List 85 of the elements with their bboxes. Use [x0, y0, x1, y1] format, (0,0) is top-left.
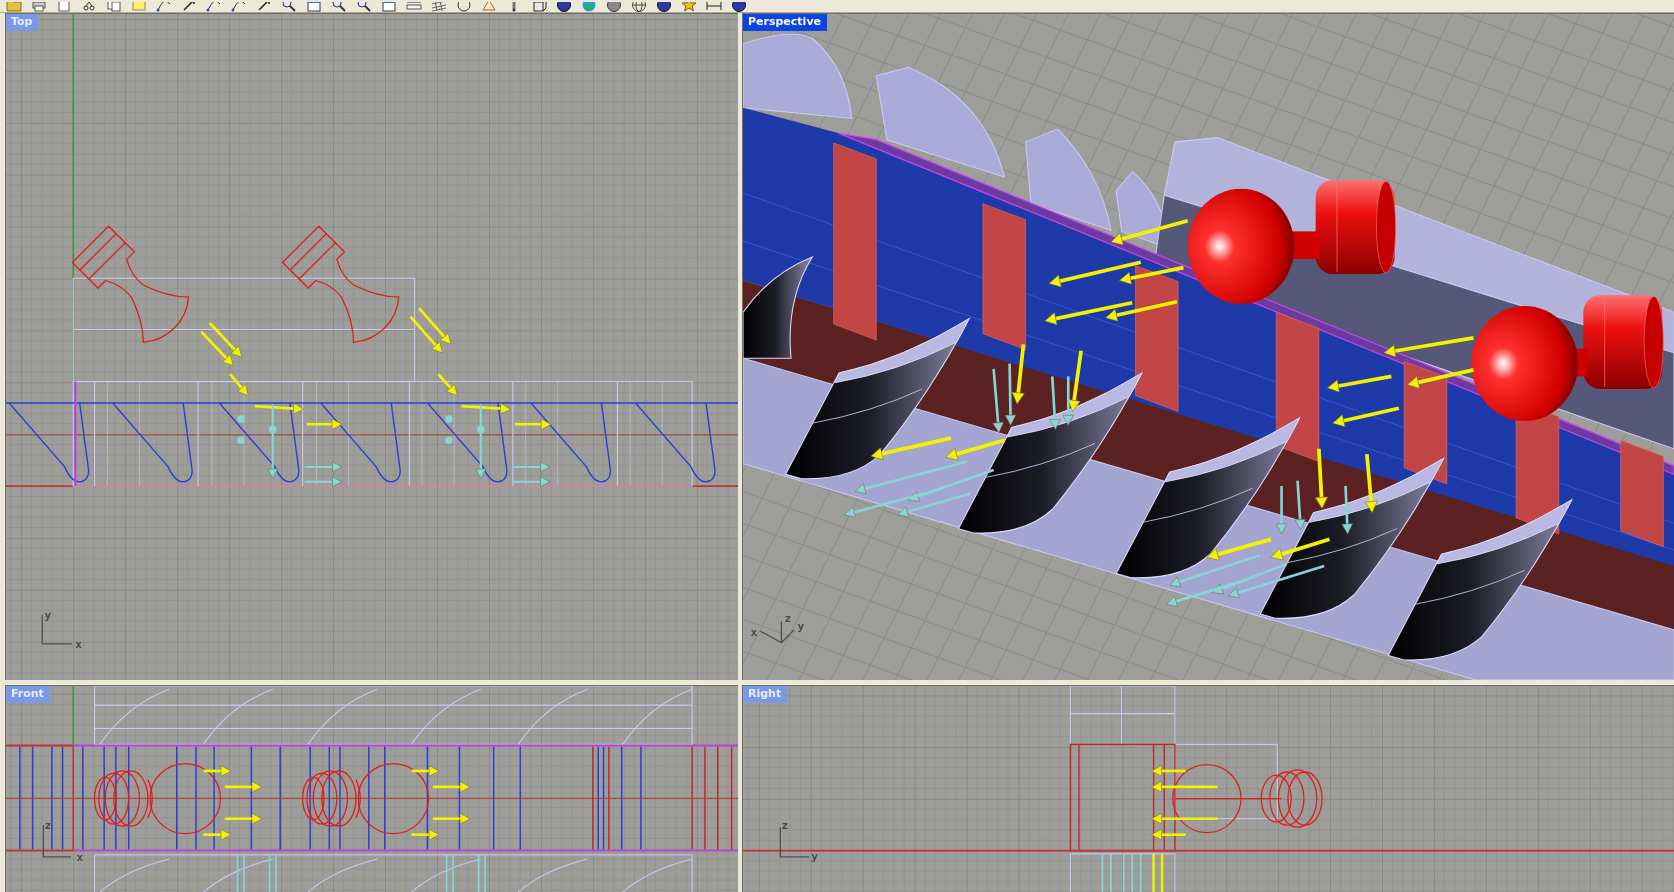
arrow — [437, 373, 458, 396]
arrow — [208, 322, 243, 358]
search-icon[interactable] — [356, 2, 372, 12]
axis-indicator — [41, 614, 73, 645]
marker-icon — [237, 436, 245, 444]
axis-label: y — [44, 609, 52, 623]
arrow — [1332, 406, 1400, 427]
arrow — [515, 418, 552, 430]
arrow — [1151, 813, 1218, 825]
ruler-icon[interactable] — [406, 2, 422, 12]
arrow — [411, 829, 440, 841]
marker-icon — [269, 425, 277, 434]
search-icon[interactable] — [281, 2, 297, 12]
arrow — [1294, 480, 1306, 530]
viewport[interactable]: Top y x — [5, 13, 738, 680]
axis-indicator — [759, 620, 795, 644]
copy-icon[interactable] — [106, 2, 122, 12]
marker-icon — [445, 415, 453, 423]
grid-icon[interactable] — [431, 2, 447, 12]
dimension-icon[interactable] — [706, 2, 722, 12]
arrow — [512, 461, 551, 473]
axis-label: z — [784, 612, 792, 626]
marker-icon — [237, 415, 245, 423]
viewport[interactable]: Perspective x z y — [742, 13, 1674, 680]
triangle-icon[interactable] — [481, 2, 497, 12]
arrow-icon[interactable] — [256, 2, 272, 12]
arrow — [1407, 368, 1474, 389]
curve-icon[interactable] — [206, 2, 222, 12]
arrow — [304, 461, 343, 473]
arrow — [409, 315, 443, 354]
arrow — [1270, 537, 1331, 561]
arrow — [1275, 486, 1288, 535]
arrow — [203, 765, 232, 777]
arrow — [304, 476, 343, 487]
axis-label: z — [44, 819, 52, 833]
axis-label: x — [76, 851, 84, 865]
curve-icon[interactable] — [231, 2, 247, 12]
arrow — [432, 781, 471, 793]
star-icon[interactable] — [681, 2, 697, 12]
arrow — [1062, 376, 1074, 426]
viewport-title[interactable]: Front — [6, 686, 50, 703]
arrow — [229, 373, 249, 396]
viewport-title[interactable]: Right — [743, 686, 788, 703]
arrow — [203, 829, 232, 841]
arrow — [1004, 363, 1017, 426]
arrow — [1151, 781, 1218, 793]
arrow-icon[interactable] — [181, 2, 197, 12]
marker-icon — [477, 425, 485, 434]
viewport-title[interactable]: Perspective — [743, 14, 827, 31]
arrow — [1011, 344, 1026, 405]
curve-icon[interactable] — [156, 2, 172, 12]
arrow — [992, 368, 1004, 434]
arrow — [1206, 537, 1272, 561]
arrow — [200, 330, 234, 366]
arrow — [512, 476, 551, 487]
marker-icon — [445, 436, 453, 444]
arrow — [1327, 374, 1392, 393]
search-icon[interactable] — [331, 2, 347, 12]
axis-label: y — [797, 619, 805, 633]
arrow — [1067, 350, 1083, 412]
arrow — [1049, 376, 1061, 430]
axis-label: x — [750, 626, 758, 640]
printer-icon[interactable] — [31, 2, 47, 12]
window-icon[interactable] — [306, 2, 322, 12]
arrow — [224, 781, 263, 793]
viewport[interactable]: Right z y — [742, 685, 1674, 892]
axis-label: z — [781, 819, 789, 833]
viewport-title[interactable]: Top — [6, 14, 39, 31]
arrow — [1315, 448, 1328, 509]
window-icon[interactable] — [381, 2, 397, 12]
arrow — [1151, 765, 1186, 777]
arrow — [1151, 829, 1186, 841]
arrow — [411, 765, 440, 777]
arrow — [417, 307, 452, 345]
axis-indicator — [42, 824, 72, 858]
viewport[interactable]: Front z x — [5, 685, 738, 892]
axis-label: y — [811, 850, 818, 864]
arrow — [1341, 486, 1353, 535]
scissors-icon[interactable] — [81, 2, 97, 12]
axis-label: x — [75, 638, 83, 652]
cube-icon[interactable] — [531, 2, 547, 12]
arrow — [432, 813, 471, 825]
arrow — [224, 813, 263, 825]
arrow — [1364, 453, 1378, 513]
arrow — [306, 418, 343, 430]
